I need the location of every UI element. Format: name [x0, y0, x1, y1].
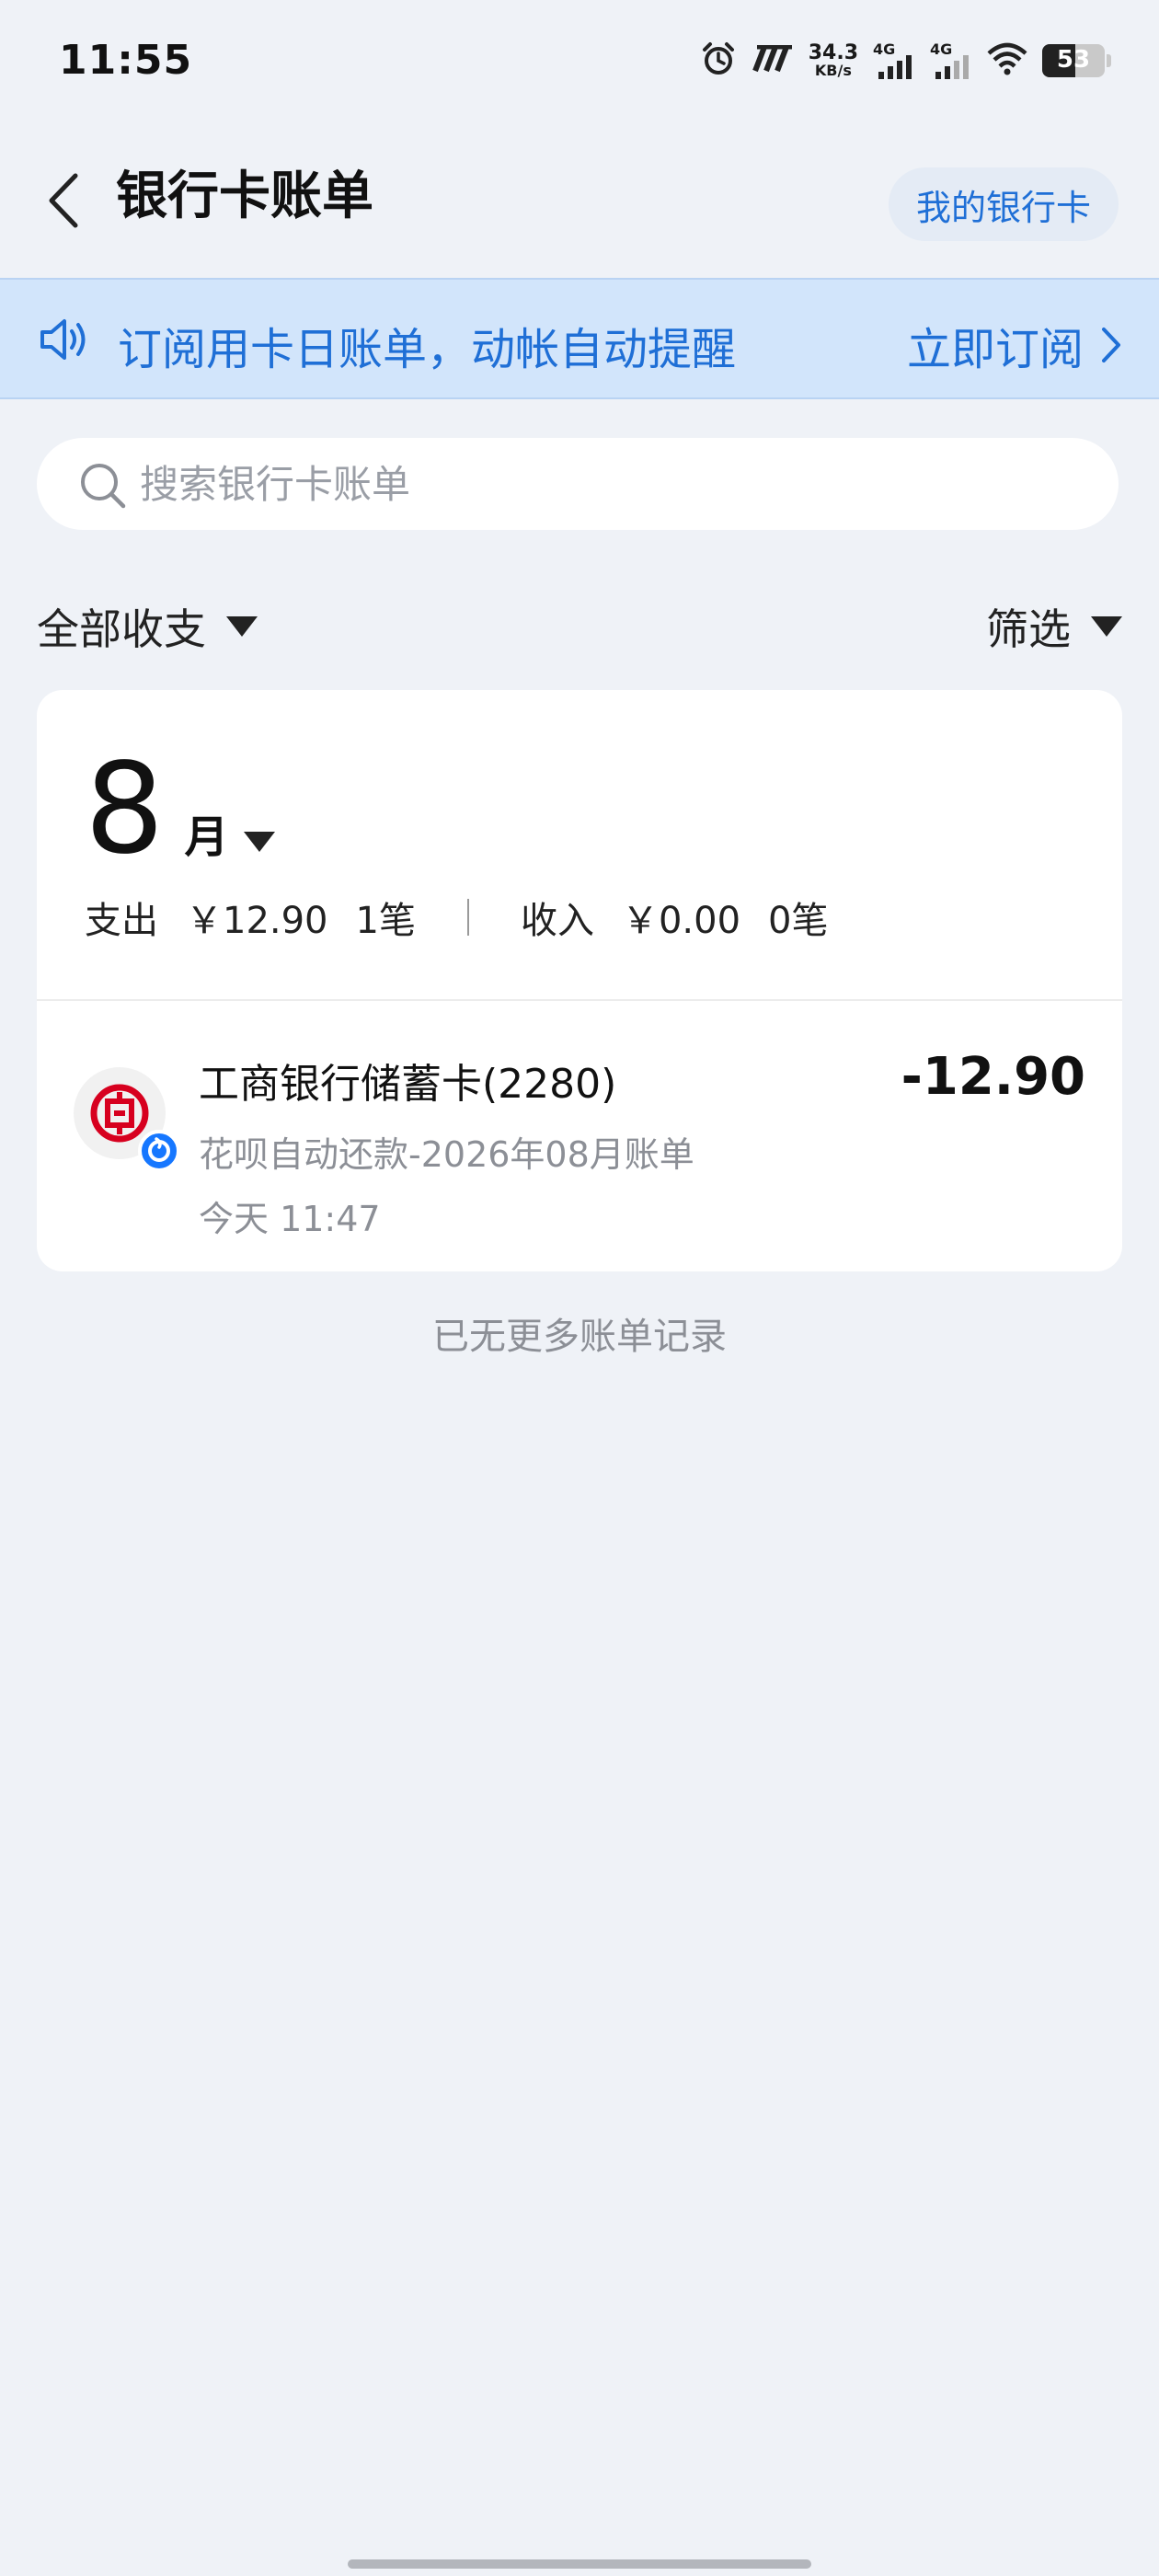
income-expense-filter[interactable]: 全部收支	[37, 596, 258, 657]
wifi-icon	[987, 42, 1027, 79]
income-label: 收入	[520, 900, 594, 942]
transaction-time: 今天 11:47	[199, 1199, 381, 1239]
subscribe-now-label: 立即订阅	[906, 324, 1084, 375]
speaker-icon	[40, 319, 86, 360]
search-icon	[81, 464, 126, 509]
transaction-description: 花呗自动还款-2026年08月账单	[199, 1134, 694, 1175]
screen-filter-label: 筛选	[986, 604, 1071, 654]
signal-icon-sim2: 4G	[930, 40, 972, 81]
expense-label: 支出	[85, 900, 158, 942]
my-cards-button[interactable]: 我的银行卡	[889, 167, 1119, 241]
chevron-right-icon	[1102, 328, 1120, 362]
alarm-icon	[700, 40, 737, 81]
home-indicator[interactable]	[348, 2559, 811, 2569]
subscribe-banner[interactable]: 订阅用卡日账单，动帐自动提醒 立即订阅	[0, 278, 1159, 399]
signal-icon-sim1: 4G	[873, 40, 915, 81]
battery-tip	[1107, 54, 1111, 67]
no-more-records: 已无更多账单记录	[432, 1316, 727, 1358]
network-speed: 34.3 KB/s	[808, 41, 858, 79]
status-icons: 34.3 KB/s 4G 4G 53	[700, 35, 1111, 86]
month-unit: 月	[184, 811, 229, 863]
month-summary: 支出 ￥12.90 1笔 收入 ￥0.00 0笔	[85, 891, 828, 944]
month-number: 8	[85, 737, 165, 882]
caret-down-icon	[1091, 616, 1122, 637]
status-time: 11:55	[59, 37, 193, 84]
expense-count: 1笔	[355, 900, 416, 942]
caret-down-icon	[226, 616, 258, 637]
search-input[interactable]	[140, 438, 1060, 530]
screen-filter[interactable]: 筛选	[986, 596, 1122, 657]
huabei-icon	[138, 1130, 180, 1172]
nfc-icon	[752, 44, 794, 76]
chevron-left-icon	[49, 173, 78, 228]
subscribe-now-link[interactable]: 立即订阅	[907, 313, 1122, 377]
battery-icon: 53	[1042, 44, 1105, 77]
summary-divider	[466, 899, 469, 936]
status-bar: 11:55 34.3 KB/s 4G 4G 53	[0, 0, 1159, 129]
month-bill-card: 8 月 支出 ￥12.90 1笔 收入 ￥0.00 0笔 工商银行储蓄卡(228…	[37, 690, 1122, 1271]
back-button[interactable]	[33, 164, 92, 237]
page-title: 银行卡账单	[116, 167, 373, 226]
transaction-title: 工商银行储蓄卡(2280)	[199, 1061, 617, 1108]
transaction-amount: -12.90	[901, 1047, 1085, 1107]
income-expense-filter-label: 全部收支	[37, 604, 206, 654]
expense-amount: ￥12.90	[186, 900, 328, 942]
transaction-row[interactable]: 工商银行储蓄卡(2280) 花呗自动还款-2026年08月账单 今天 11:47…	[37, 1001, 1122, 1271]
nav-bar: 银行卡账单 我的银行卡	[0, 138, 1159, 276]
income-amount: ￥0.00	[621, 900, 741, 942]
banner-text: 订阅用卡日账单，动帐自动提醒	[118, 324, 737, 375]
month-selector[interactable]: 8 月	[85, 747, 275, 872]
caret-down-icon	[243, 832, 275, 852]
search-box[interactable]	[37, 438, 1119, 530]
income-count: 0笔	[768, 900, 829, 942]
